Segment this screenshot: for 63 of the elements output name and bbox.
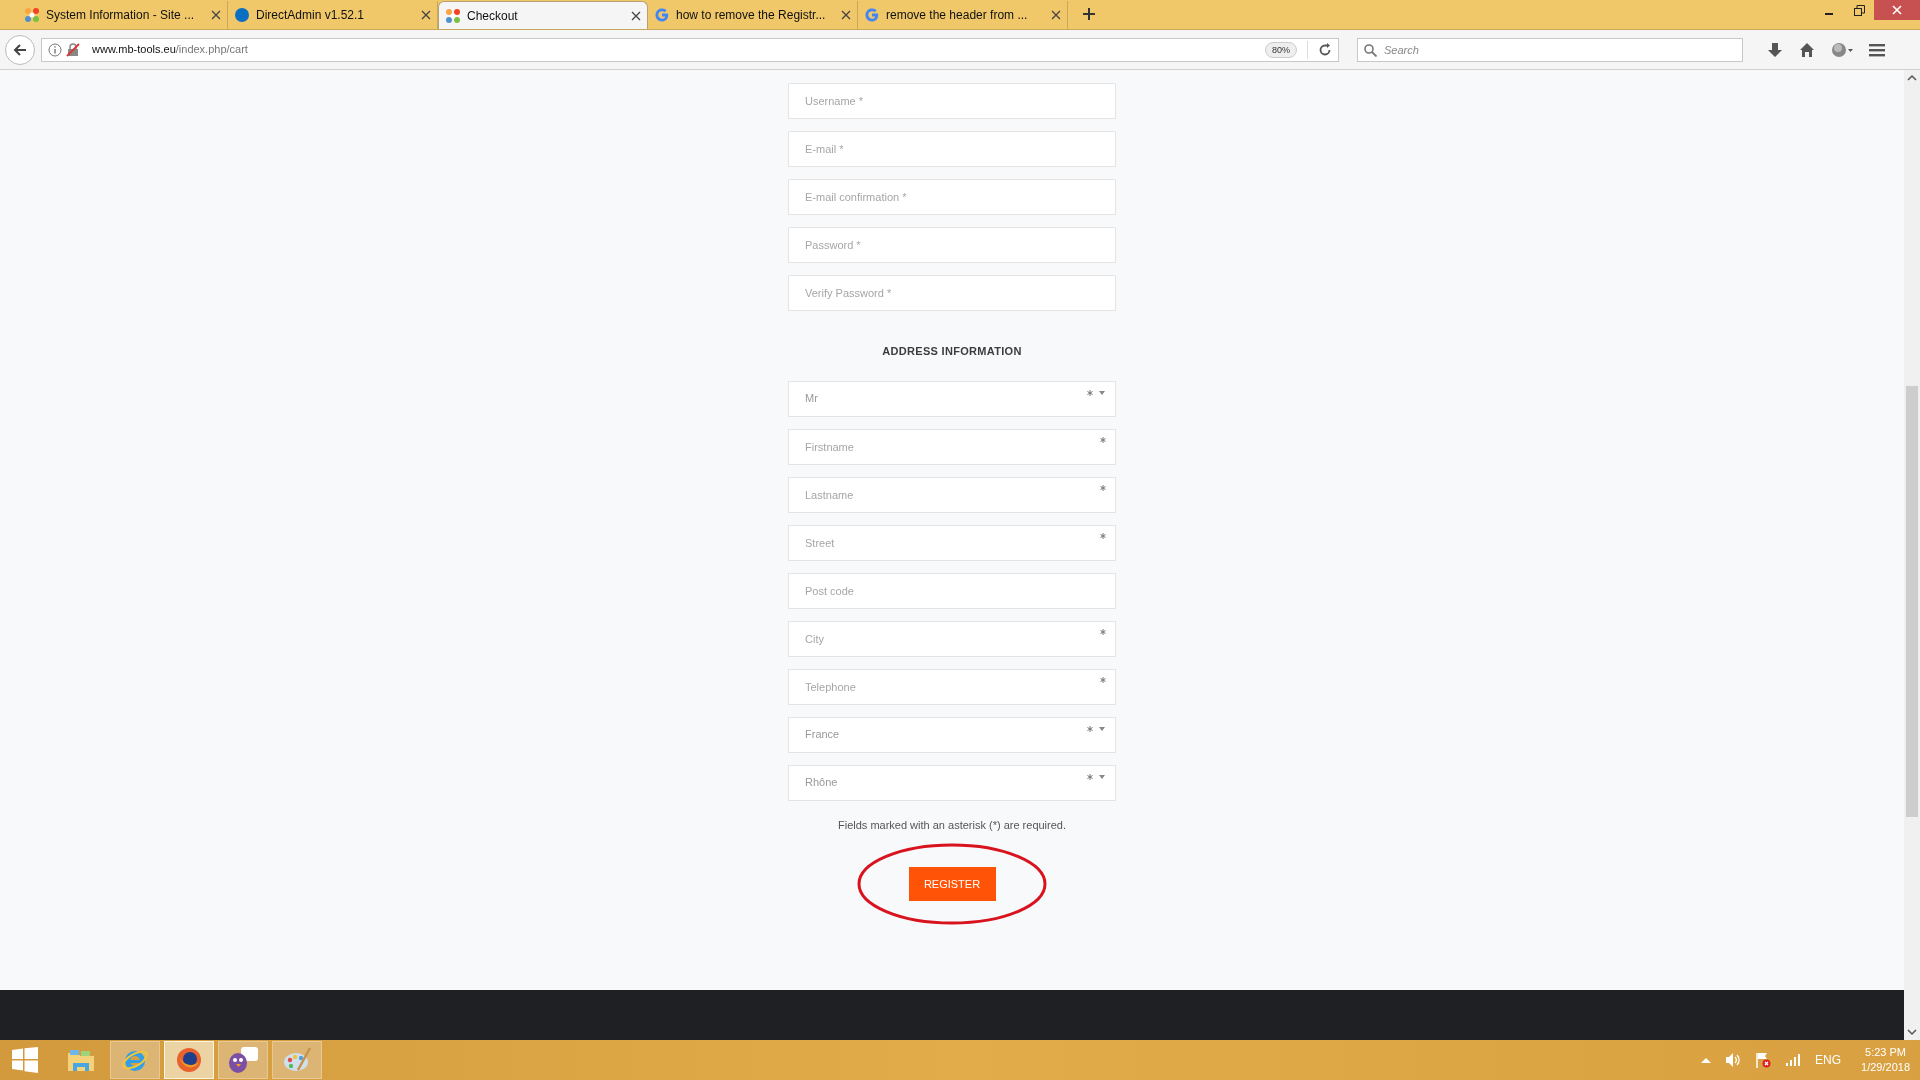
search-icon (1364, 43, 1377, 57)
tab-title: System Information - Site ... (46, 7, 196, 24)
search-field[interactable]: Search (1357, 37, 1743, 62)
close-tab-icon[interactable] (1051, 10, 1061, 20)
tab-title: Checkout (467, 7, 519, 25)
plus-icon (1082, 7, 1096, 21)
input-field[interactable]: Post code (788, 572, 1116, 609)
input-field[interactable]: Username * (788, 83, 1116, 119)
home-icon[interactable] (1799, 41, 1815, 58)
input-field[interactable]: Password * (788, 227, 1116, 263)
reload-icon[interactable] (1318, 42, 1332, 57)
address-bar[interactable]: www.mb-tools.eu/index.php/cart 80% (41, 37, 1339, 62)
input-field[interactable]: Firstname (788, 428, 1116, 465)
browser-tab[interactable]: DirectAdmin v1.52.1 (228, 1, 438, 29)
minimize-icon (1825, 13, 1833, 15)
browser-tab[interactable]: how to remove the Registr... (648, 1, 858, 29)
back-arrow-icon (13, 42, 27, 57)
section-heading: ADDRESS INFORMATION (882, 344, 1022, 359)
globe-icon[interactable] (1831, 41, 1853, 58)
dot-icon (234, 7, 250, 23)
download-icon[interactable] (1767, 41, 1783, 58)
browser-tab[interactable]: remove the header from ... (858, 1, 1068, 29)
tab-title: how to remove the Registr... (676, 7, 827, 24)
chat-bird-icon (227, 1046, 259, 1074)
input-field[interactable]: Verify Password * (788, 275, 1116, 311)
dropdown-caret-icon (1099, 774, 1105, 779)
back-button[interactable] (5, 34, 35, 65)
dropdown-caret-icon (1099, 726, 1105, 731)
input-field[interactable]: City (788, 620, 1116, 657)
close-icon (1892, 5, 1902, 15)
input-field[interactable]: Telephone (788, 668, 1116, 705)
close-tab-icon[interactable] (211, 10, 221, 20)
required-note: Fields marked with an asterisk (*) are required. (838, 817, 1066, 833)
palette-icon (282, 1046, 312, 1074)
tab-title: DirectAdmin v1.52.1 (256, 7, 366, 24)
insecure-lock-icon (66, 42, 80, 57)
tab-title: remove the header from ... (886, 7, 1029, 24)
google-icon (654, 7, 670, 23)
close-tab-icon[interactable] (421, 10, 431, 20)
menu-icon[interactable] (1869, 41, 1887, 58)
taskbar-button[interactable] (218, 1041, 268, 1079)
input-field[interactable]: Street (788, 524, 1116, 561)
flag-error-icon[interactable] (1755, 1052, 1772, 1068)
browser-tab[interactable]: System Information - Site ... (18, 1, 228, 29)
joomla-icon (445, 7, 461, 24)
google-icon (864, 7, 880, 23)
close-tab-icon[interactable] (841, 10, 851, 20)
zoom-level[interactable]: 80% (1265, 41, 1297, 58)
input-field[interactable]: Lastname (788, 476, 1116, 513)
input-field[interactable]: E-mail * (788, 131, 1116, 167)
restore-icon (1853, 4, 1865, 16)
scrollbar[interactable] (1904, 70, 1920, 990)
dropdown-caret-icon (1099, 390, 1105, 395)
url-text: www.mb-tools.eu/index.php/cart (92, 42, 248, 58)
folder-icon (66, 1047, 96, 1073)
windows-logo-icon (12, 1047, 38, 1073)
input-field[interactable]: E-mail confirmation * (788, 179, 1116, 215)
joomla-icon (24, 7, 40, 23)
scrollbar-thumb[interactable] (1906, 386, 1918, 817)
close-tab-icon[interactable] (631, 10, 641, 21)
info-icon (48, 42, 62, 57)
fox-browser-icon (175, 1046, 203, 1074)
browser-tab[interactable]: Checkout (438, 1, 648, 29)
